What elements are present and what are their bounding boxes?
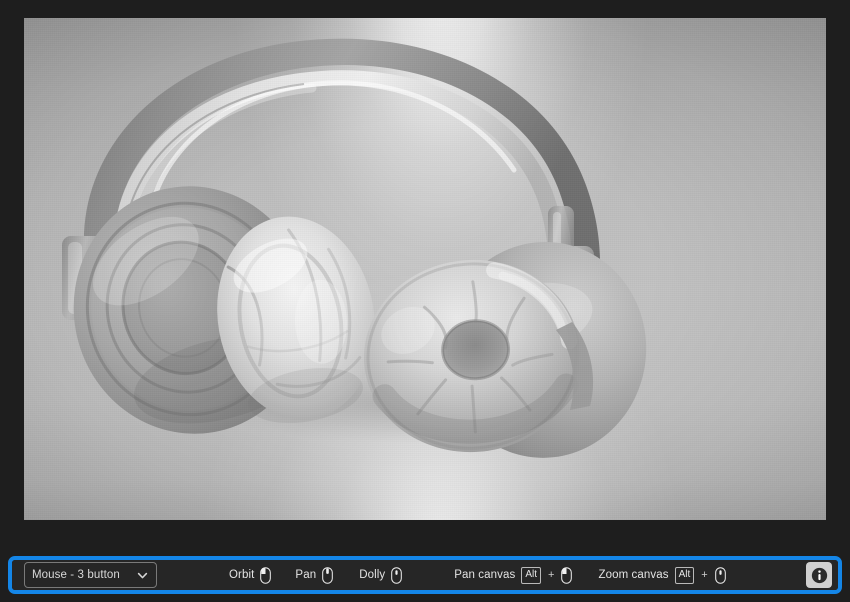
viewport-navigation-toolbar: Mouse - 3 button Orbit Pan Dolly Pan can… [12, 560, 838, 590]
info-button[interactable] [806, 562, 832, 588]
hint-pan: Pan [295, 560, 333, 590]
hint-pan-label: Pan [295, 569, 317, 581]
keycap-alt-pan-canvas: Alt [521, 566, 542, 584]
app-root: Mouse - 3 button Orbit Pan Dolly Pan can… [0, 0, 850, 602]
hint-zoom-canvas-label: Zoom canvas [598, 569, 669, 581]
hint-dolly-label: Dolly [359, 569, 386, 581]
mouse-left-button-icon [260, 566, 272, 584]
info-icon [811, 567, 827, 583]
viewport-navigation-toolbar-focus-ring: Mouse - 3 button Orbit Pan Dolly Pan can… [8, 556, 842, 594]
mouse-scroll-wheel-icon [714, 566, 726, 584]
mouse-left-button-icon [561, 566, 573, 584]
mouse-middle-button-icon [322, 566, 333, 584]
hint-dolly: Dolly [359, 560, 403, 590]
chevron-down-icon [137, 572, 148, 578]
input-device-select[interactable]: Mouse - 3 button [24, 562, 157, 588]
3d-model-viewport[interactable] [24, 18, 826, 520]
input-device-select-box[interactable]: Mouse - 3 button [24, 562, 157, 588]
plus-sign-zoom-canvas: + [701, 569, 708, 581]
hint-zoom-canvas: Zoom canvas Alt + [598, 560, 726, 590]
hint-orbit: Orbit [229, 560, 272, 590]
hint-pan-canvas-label: Pan canvas [454, 569, 516, 581]
input-device-select-value: Mouse - 3 button [32, 569, 120, 581]
navigation-hint-group: Orbit Pan Dolly Pan canvas Alt + Zoom ca… [157, 560, 806, 590]
hint-orbit-label: Orbit [229, 569, 255, 581]
keycap-alt-zoom-canvas: Alt [674, 566, 695, 584]
hint-pan-canvas: Pan canvas Alt + [454, 560, 573, 590]
plus-sign-pan-canvas: + [548, 569, 555, 581]
mouse-scroll-wheel-icon [391, 566, 403, 584]
viewport-film-grain [24, 18, 826, 520]
